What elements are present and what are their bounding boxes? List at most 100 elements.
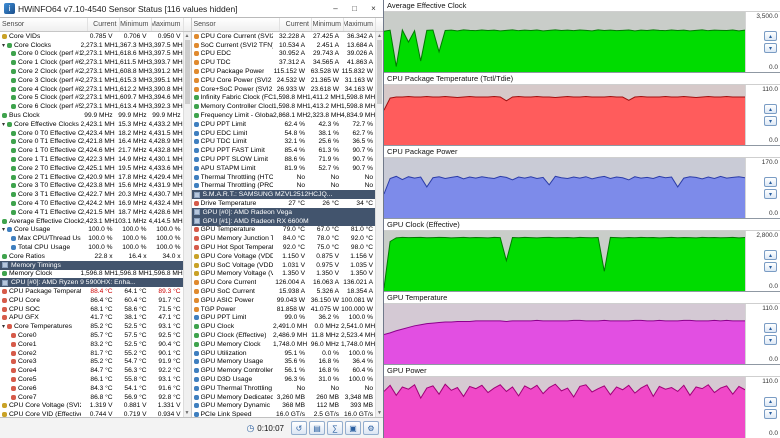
sensor-row[interactable]: CPU Core86.4 °C60.4 °C91.7 °C (0, 296, 183, 305)
scale-down-button[interactable]: ▾ (764, 262, 777, 272)
sensor-row[interactable]: ▾Core Clocks2,273.1 MHz1,367.3 MHz3,397.… (0, 41, 183, 50)
collapse-arrow-icon[interactable]: ▾ (2, 226, 5, 233)
sensor-row[interactable]: TGP Power81.858 W41.075 W100.000 W (192, 305, 376, 314)
scale-up-button[interactable]: ▴ (764, 397, 777, 407)
sensor-row[interactable]: GPU Core Voltage (VDDGFX)1.150 V0.875 V1… (192, 252, 376, 261)
sensor-row[interactable]: Thermal Throttling (PROCHOT EXT)NoNoNo (192, 182, 376, 191)
graph-title[interactable]: GPU Power (384, 365, 780, 377)
graph-title[interactable]: CPU Package Temperature (Tctl/Tdie) (384, 73, 780, 85)
sensor-row[interactable]: GPU Memory Dedicated3,260 MB260 MB3,348 … (192, 393, 376, 402)
column-current[interactable]: Current (88, 18, 120, 31)
sensor-row[interactable]: Core 1 Clock (perf #6/1)2,273.1 MHz1,611… (0, 58, 183, 67)
scrollbar[interactable]: ▲ ▼ (183, 32, 191, 417)
sensor-row[interactable]: Core 3 T0 Effective Clock2,423.8 MHz15.6… (0, 182, 183, 191)
sensor-row[interactable]: GPU Utilization95.1 %0.0 %100.0 % (192, 349, 376, 358)
scale-down-button[interactable]: ▾ (764, 116, 777, 126)
sensor-row[interactable]: Core 0 T1 Effective Clock2,421.8 MHz16.4… (0, 138, 183, 147)
sensor-row[interactable]: Memory Clock1,596.8 MHz1,596.8 MHz1,596.… (0, 270, 183, 279)
collapse-arrow-icon[interactable]: ▾ (2, 121, 5, 128)
sensor-row[interactable]: Bus Clock99.9 MHz99.9 MHz99.9 MHz (0, 111, 183, 120)
sensor-row[interactable]: CPU PPT SLOW Limit88.6 %71.9 %90.7 % (192, 155, 376, 164)
sensor-row[interactable]: Core 3 Clock (perf #4/2)2,273.1 MHz1,615… (0, 76, 183, 85)
scroll-up-icon[interactable]: ▲ (376, 32, 383, 40)
column-sensor[interactable]: Sensor (0, 18, 88, 31)
close-button[interactable]: × (364, 1, 383, 17)
graph-title[interactable]: CPU Package Power (384, 146, 780, 158)
sensor-row[interactable]: GPU Memory Junction Temperature84.0 °C78… (192, 234, 376, 243)
sensor-row[interactable]: Core 2 Clock (perf #2/1)2,273.1 MHz1,608… (0, 67, 183, 76)
reset-values-button[interactable]: ↺ (291, 421, 307, 435)
sensor-row[interactable]: Core 4 T0 Effective Clock2,424.2 MHz16.9… (0, 199, 183, 208)
maximize-button[interactable]: □ (345, 1, 364, 17)
sensor-row[interactable]: APU STAPM Limit81.9 %52.7 %90.7 % (192, 164, 376, 173)
sensor-row[interactable]: CPU Package Temperature (Tctl/Tdie)88.4 … (0, 287, 183, 296)
sensor-row[interactable]: Core684.3 °C54.1 °C91.6 °C (0, 384, 183, 393)
sensor-row[interactable]: Max CPU/Thread Usage100.0 %100.0 %100.0 … (0, 234, 183, 243)
sensor-row[interactable]: Core 5 Clock (perf #3/1)2,273.1 MHz1,609… (0, 94, 183, 103)
graph-title[interactable]: GPU Temperature (384, 292, 780, 304)
collapse-arrow-icon[interactable]: ▾ (2, 42, 5, 49)
sensor-row[interactable]: ▾Core Temperatures85.2 °C52.5 °C93.1 °C (0, 322, 183, 331)
column-maximum[interactable]: Maximum (344, 18, 376, 31)
column-minimum[interactable]: Minimum (120, 18, 152, 31)
sensor-row[interactable]: Core 1 T0 Effective Clock2,424.6 MHz21.7… (0, 146, 183, 155)
sensor-row[interactable]: GPU Memory Voltage (VDDIO)1.350 V1.350 V… (192, 270, 376, 279)
sensor-row[interactable]: CPU PPT FAST Limit85.4 %61.3 %90.7 % (192, 146, 376, 155)
sensor-row[interactable]: ▾Core Effective Clocks2,423.1 MHz15.3 MH… (0, 120, 183, 129)
sensor-row[interactable]: SoC Current (SVI2 TFN)10.534 A2.451 A13.… (192, 41, 376, 50)
sensor-row[interactable]: CPU Core Voltage (SVI2 TFN)1.319 V0.881 … (0, 401, 183, 410)
sensor-row[interactable]: Core 4 T1 Effective Clock2,421.5 MHz18.7… (0, 208, 183, 217)
sensor-row[interactable]: GPU Core Current126.004 A16.063 A136.021… (192, 278, 376, 287)
sensor-row[interactable]: Core 1 T1 Effective Clock2,422.3 MHz14.9… (0, 155, 183, 164)
scrollbar-thumb[interactable] (377, 40, 382, 104)
sensor-row[interactable]: Core 2 T0 Effective Clock2,425.1 MHz19.5… (0, 164, 183, 173)
titlebar[interactable]: i HWiNFO64 v7.10-4540 Sensor Status [116… (0, 0, 383, 18)
section-header[interactable]: Memory Timings (0, 261, 183, 270)
scrollbar[interactable]: ▲ ▼ (375, 32, 383, 417)
scale-down-button[interactable]: ▾ (764, 409, 777, 419)
minimize-button[interactable]: – (326, 1, 345, 17)
sensor-row[interactable]: Core VIDs0.785 V0.706 V0.950 V (0, 32, 183, 41)
sensor-row[interactable]: CPU EDC30.952 A29.743 A39.026 A (192, 50, 376, 59)
graph-title[interactable]: GPU Clock (Effective) (384, 219, 780, 231)
scroll-down-icon[interactable]: ▼ (376, 409, 383, 417)
sensor-row[interactable]: CPU TDC Limit32.1 %25.6 %36.5 % (192, 138, 376, 147)
scale-up-button[interactable]: ▴ (764, 250, 777, 260)
sensor-row[interactable]: CPU EDC Limit54.8 %38.1 %62.7 % (192, 129, 376, 138)
sensor-row[interactable]: CPU Core VID (Effective)0.744 V0.719 V0.… (0, 410, 183, 417)
sensor-row[interactable]: GPU Memory Controller Utilization56.1 %1… (192, 366, 376, 375)
scale-down-button[interactable]: ▾ (764, 189, 777, 199)
section-header[interactable]: GPU [#0]: AMD Radeon Vega (192, 208, 376, 217)
scale-down-button[interactable]: ▾ (764, 335, 777, 345)
sensor-row[interactable]: GPU SoC Current15.938 A5.326 A18.354 A (192, 287, 376, 296)
scroll-up-icon[interactable]: ▲ (184, 32, 191, 40)
scale-up-button[interactable]: ▴ (764, 177, 777, 187)
sensor-row[interactable]: Core 2 T1 Effective Clock2,420.9 MHz17.8… (0, 173, 183, 182)
sensor-row[interactable]: Core Ratios22.8 x16.4 x34.0 x (0, 252, 183, 261)
scale-down-button[interactable]: ▾ (764, 43, 777, 53)
sensor-row[interactable]: Average Effective Clock2,423.1 MHz103.1 … (0, 217, 183, 226)
sensor-row[interactable]: GPU SoC Voltage (VDDCR_SOC)1.031 V0.975 … (192, 261, 376, 270)
sensor-row[interactable]: PCIe Link Speed16.0 GT/s2.5 GT/s16.0 GT/… (192, 410, 376, 417)
sensor-row[interactable]: Core484.7 °C56.3 °C92.2 °C (0, 366, 183, 375)
sensor-row[interactable]: Memory Controller Clock (UCLK)1,598.8 MH… (192, 102, 376, 111)
settings-button[interactable]: ⚙ (363, 421, 379, 435)
scroll-down-icon[interactable]: ▼ (184, 409, 191, 417)
sensor-row[interactable]: Core385.2 °C54.7 °C91.9 °C (0, 357, 183, 366)
sensor-row[interactable]: Core 3 T1 Effective Clock2,422.7 MHz20.3… (0, 190, 183, 199)
sensor-row[interactable]: Core+SoC Power (SVI2 TFN)26.933 W23.618 … (192, 85, 376, 94)
sensor-row[interactable]: GPU Clock2,491.0 MHz0.0 MHz2,541.0 MHz (192, 322, 376, 331)
sensor-row[interactable]: CPU SOC68.1 °C58.6 °C71.5 °C (0, 305, 183, 314)
collapse-arrow-icon[interactable]: ▾ (2, 323, 5, 330)
sensor-row[interactable]: Core 0 T0 Effective Clock2,423.4 MHz18.2… (0, 129, 183, 138)
sensor-row[interactable]: Core281.7 °C55.2 °C90.1 °C (0, 349, 183, 358)
sensor-row[interactable]: Total CPU Usage100.0 %100.0 %100.0 % (0, 243, 183, 252)
sensor-row[interactable]: Core 4 Clock (perf #8/2)2,273.1 MHz1,612… (0, 85, 183, 94)
column-current[interactable]: Current (280, 18, 312, 31)
scale-up-button[interactable]: ▴ (764, 31, 777, 41)
column-maximum[interactable]: Maximum (152, 18, 184, 31)
sensor-row[interactable]: Core085.7 °C57.5 °C92.5 °C (0, 331, 183, 340)
sensor-row[interactable]: GPU PPT Limit99.0 %36.2 %100.0 % (192, 314, 376, 323)
graph-button[interactable]: ▣ (345, 421, 361, 435)
scale-up-button[interactable]: ▴ (764, 104, 777, 114)
